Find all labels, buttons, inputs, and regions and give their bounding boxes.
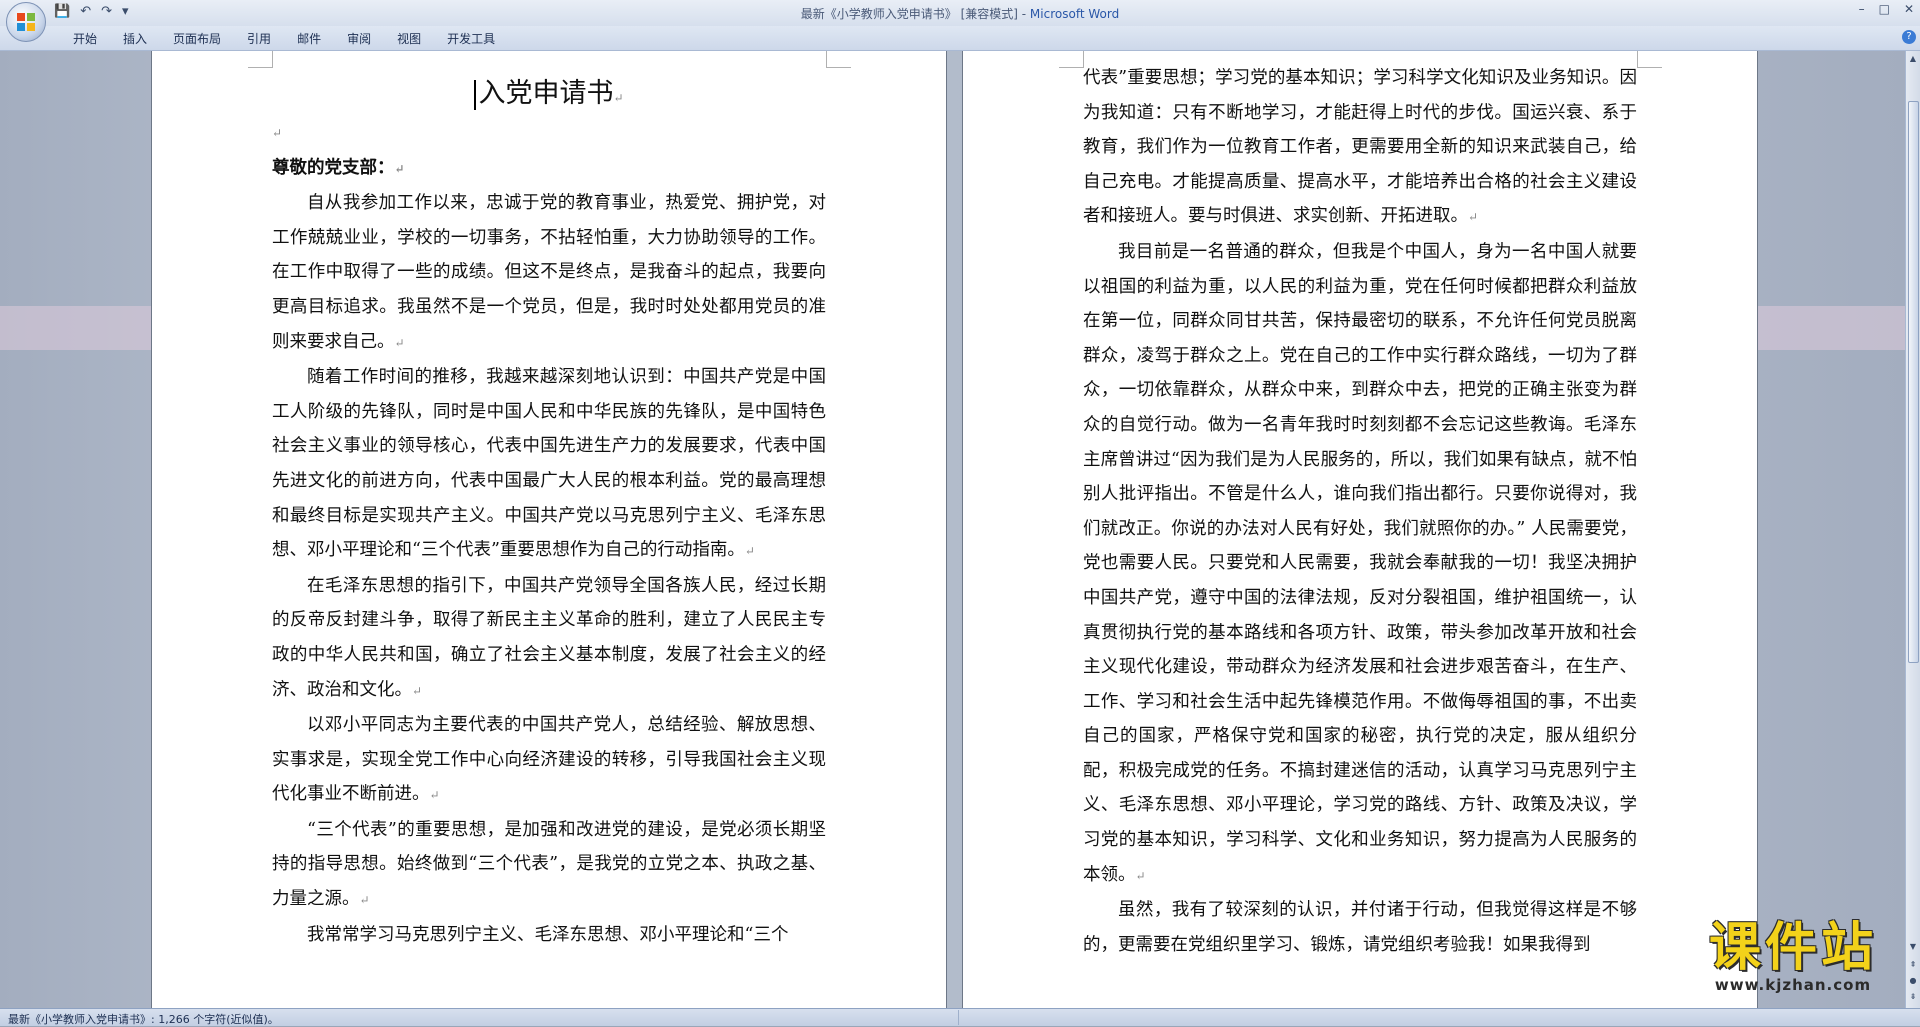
- status-divider: [958, 1010, 959, 1025]
- margin-corner-mark: [1059, 51, 1084, 68]
- help-icon[interactable]: ?: [1902, 30, 1916, 44]
- paragraph: 代表”重要思想；学习党的基本知识；学习科学文化知识及业务知识。因为我知道：只有不…: [1083, 61, 1637, 235]
- paragraph: 自从我参加工作以来，忠诚于党的教育事业，热爱党、拥护党，对工作兢兢业业，学校的一…: [272, 186, 826, 360]
- ribbon: 开始 插入 页面布局 引用 邮件 审阅 视图 开发工具 ?: [0, 26, 1920, 51]
- minimize-button[interactable]: –: [1859, 2, 1865, 16]
- paragraph-mark: ↵: [1468, 210, 1479, 225]
- paragraph-mark: ↵: [744, 544, 755, 559]
- title-bar: 💾 ↶ ↷ ▾ 最新《小学教师入党申请书》 [兼容模式] - Microsoft…: [0, 0, 1920, 26]
- paragraph-mark: ↵: [613, 91, 624, 105]
- window-controls: – □ ✕: [1859, 2, 1914, 16]
- page-body-left[interactable]: ↵ 尊敬的党支部：↵ 自从我参加工作以来，忠诚于党的教育事业，热爱党、拥护党，对…: [272, 115, 826, 952]
- scrollbar-thumb[interactable]: [1908, 101, 1919, 663]
- close-button[interactable]: ✕: [1904, 2, 1914, 16]
- office-button[interactable]: [6, 2, 46, 42]
- next-page-icon[interactable]: ⇟: [1907, 991, 1919, 1003]
- paragraph-mark: ↵: [429, 788, 440, 803]
- document-page-right[interactable]: 代表”重要思想；学习党的基本知识；学习科学文化知识及业务知识。因为我知道：只有不…: [963, 51, 1757, 1008]
- paragraph-text: 虽然，我有了较深刻的认识，并付诸于行动，但我觉得这样是不够的，更需要在党组织里学…: [1083, 900, 1637, 955]
- paragraph-mark: ↵: [394, 161, 405, 176]
- document-name: 最新《小学教师入党申请书》 [兼容模式] -: [800, 7, 1030, 21]
- margin-corner-mark: [248, 51, 273, 68]
- paragraph: 随着工作时间的推移，我越来越深刻地认识到：中国共产党是中国工人阶级的先锋队，同时…: [272, 360, 826, 569]
- paragraph-mark: ↵: [394, 335, 405, 350]
- salutation-text: 尊敬的党支部：: [272, 157, 395, 178]
- paragraph-text: 自从我参加工作以来，忠诚于党的教育事业，热爱党、拥护党，对工作兢兢业业，学校的一…: [272, 193, 826, 352]
- tab-insert[interactable]: 插入: [110, 30, 160, 47]
- margin-corner-mark: [1637, 51, 1662, 68]
- paragraph: 我常常学习马克思列宁主义、毛泽东思想、邓小平理论和“三个: [272, 918, 826, 953]
- ribbon-tabs: 开始 插入 页面布局 引用 邮件 审阅 视图 开发工具: [60, 30, 508, 47]
- empty-paragraph: ↵: [272, 115, 826, 151]
- paragraph: 在毛泽东思想的指引下，中国共产党领导全国各族人民，经过长期的反帝反封建斗争，取得…: [272, 569, 826, 708]
- scroll-up-icon[interactable]: ▲: [1907, 53, 1919, 65]
- watermark-url: www.kjzhan.com: [1714, 976, 1872, 994]
- background-band: [1757, 306, 1906, 350]
- maximize-button[interactable]: □: [1879, 2, 1890, 16]
- text-cursor: [474, 79, 477, 110]
- tab-review[interactable]: 审阅: [334, 30, 384, 47]
- paragraph-text: 以邓小平同志为主要代表的中国共产党人，总结经验、解放思想、实事求是，实现全党工作…: [272, 715, 826, 805]
- status-bar: 最新《小学教师入党申请书》: 1,266 个字符(近似值)。: [0, 1008, 1920, 1026]
- paragraph-text: 我常常学习马克思列宁主义、毛泽东思想、邓小平理论和“三个: [307, 924, 789, 945]
- paragraph-mark: ↵: [412, 683, 423, 698]
- paragraph: 我目前是一名普通的群众，但我是个中国人，身为一名中国人就要以祖国的利益为重，以人…: [1083, 235, 1637, 893]
- tab-developer[interactable]: 开发工具: [434, 30, 508, 47]
- margin-corner-mark: [826, 51, 851, 68]
- background-band: [0, 306, 152, 350]
- paragraph-text: 代表”重要思想；学习党的基本知识；学习科学文化知识及业务知识。因为我知道：只有不…: [1083, 68, 1637, 227]
- vertical-scrollbar[interactable]: ▲ ▼ ⇞ ● ⇟: [1905, 51, 1920, 1008]
- tab-references[interactable]: 引用: [234, 30, 284, 47]
- paragraph: 以邓小平同志为主要代表的中国共产党人，总结经验、解放思想、实事求是，实现全党工作…: [272, 708, 826, 813]
- previous-page-icon[interactable]: ⇞: [1907, 959, 1919, 971]
- paragraph-mark: ↵: [359, 893, 370, 908]
- document-work-area: 入党申请书↵ ↵ 尊敬的党支部：↵ 自从我参加工作以来，忠诚于党的教育事业，热爱…: [0, 51, 1906, 1008]
- tab-mailings[interactable]: 邮件: [284, 30, 334, 47]
- document-page-left[interactable]: 入党申请书↵ ↵ 尊敬的党支部：↵ 自从我参加工作以来，忠诚于党的教育事业，热爱…: [152, 51, 946, 1008]
- office-logo-icon: [17, 13, 35, 31]
- scroll-down-icon[interactable]: ▼: [1907, 941, 1919, 953]
- watermark-title: 课件站: [1708, 918, 1877, 978]
- paragraph-mark: ↵: [272, 126, 283, 140]
- paragraph-text: 我目前是一名普通的群众，但我是个中国人，身为一名中国人就要以祖国的利益为重，以人…: [1083, 241, 1637, 885]
- paragraph-mark: ↵: [1135, 868, 1146, 883]
- app-name: Microsoft Word: [1029, 7, 1120, 21]
- paragraph-text: “三个代表”的重要思想，是加强和改进党的建设，是党必须长期坚持的指导思想。始终做…: [272, 819, 826, 910]
- paragraph-text: 随着工作时间的推移，我越来越深刻地认识到：中国共产党是中国工人阶级的先锋队，同时…: [272, 367, 826, 561]
- tab-view[interactable]: 视图: [384, 30, 434, 47]
- document-title-text: 入党申请书: [478, 78, 614, 109]
- browse-object-icon[interactable]: ●: [1907, 975, 1919, 987]
- paragraph: 虽然，我有了较深刻的认识，并付诸于行动，但我觉得这样是不够的，更需要在党组织里学…: [1083, 893, 1637, 962]
- site-watermark-logo: 课件站 www.kjzhan.com: [1678, 920, 1908, 1000]
- salutation: 尊敬的党支部：↵: [272, 151, 826, 187]
- window-title: 最新《小学教师入党申请书》 [兼容模式] - Microsoft Word: [0, 5, 1920, 22]
- tab-home[interactable]: 开始: [60, 30, 110, 47]
- page-body-right[interactable]: 代表”重要思想；学习党的基本知识；学习科学文化知识及业务知识。因为我知道：只有不…: [1083, 61, 1637, 962]
- paragraph-text: 在毛泽东思想的指引下，中国共产党领导全国各族人民，经过长期的反帝反封建斗争，取得…: [272, 575, 826, 700]
- tab-page-layout[interactable]: 页面布局: [160, 30, 234, 47]
- document-title[interactable]: 入党申请书↵: [272, 71, 826, 110]
- paragraph: “三个代表”的重要思想，是加强和改进党的建设，是党必须长期坚持的指导思想。始终做…: [272, 813, 826, 918]
